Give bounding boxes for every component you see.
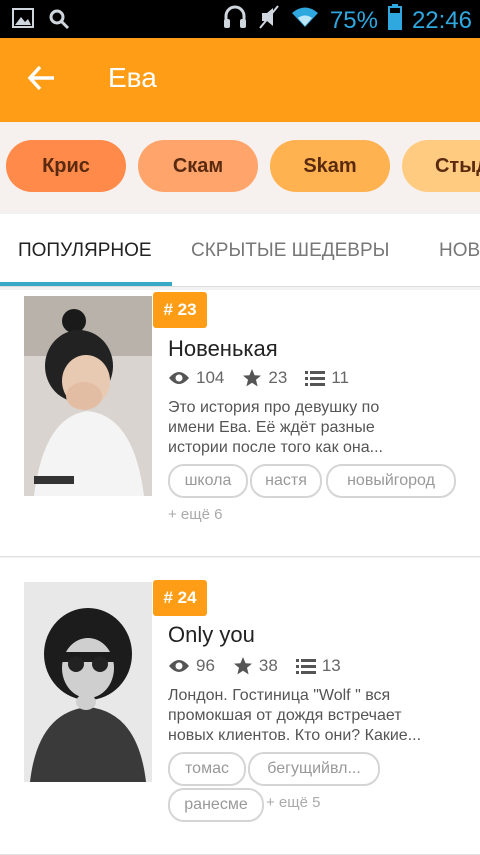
views-icon	[169, 372, 189, 384]
story-title[interactable]: Новенькая	[168, 336, 278, 362]
views-icon	[169, 660, 189, 672]
battery-icon	[387, 4, 402, 37]
story-description: Это история про девушку по имени Ева. Её…	[168, 398, 458, 458]
status-bar: 75% 22:46	[0, 0, 480, 38]
battery-level: 75%	[329, 6, 378, 34]
story-card[interactable]: # 23 Новенькая 104 23 11 Это история про…	[0, 290, 480, 557]
description-line: истории после того как она...	[168, 439, 383, 456]
parts-count: 13	[321, 656, 341, 675]
rank-badge: # 23	[153, 292, 207, 328]
story-card[interactable]: # 24 Only you 96 38 13 Лондон. Гостиница…	[0, 558, 480, 855]
description-line: Это история про девушку по	[168, 399, 380, 416]
related-tags-bar: Крис Скам Skam Стыд	[0, 122, 480, 212]
more-tags-link[interactable]: + ещё 6	[168, 506, 222, 523]
story-description: Лондон. Гостиница "Wolf " вся промокшая …	[168, 686, 458, 746]
views-count: 104	[196, 368, 225, 387]
tab-bar: ПОПУЛЯРНОЕ СКРЫТЫЕ ШЕДЕВРЫ НОВ	[0, 214, 480, 287]
chip-skam-ru[interactable]: Скам	[138, 140, 258, 192]
chip-skam[interactable]: Skam	[270, 140, 390, 192]
chip-styd[interactable]: Стыд	[402, 140, 480, 192]
description-line: новых клиентов. Кто они? Какие...	[168, 727, 422, 744]
tab-popular[interactable]: ПОПУЛЯРНОЕ	[18, 240, 152, 262]
parts-count: 11	[331, 368, 349, 387]
tab-indicator	[0, 282, 172, 286]
story-cover-image[interactable]	[24, 296, 152, 496]
page-title: Ева	[108, 62, 157, 93]
search-icon	[48, 8, 70, 34]
mute-icon	[258, 4, 280, 37]
story-stats: 96 38 13	[168, 656, 353, 676]
tag-chip[interactable]: ранесме	[168, 788, 264, 822]
app-bar: Ева	[0, 38, 480, 122]
views-count: 96	[196, 656, 215, 675]
tag-chip[interactable]: томас	[168, 752, 246, 786]
stars-count: 38	[258, 656, 278, 675]
description-line: промокшая от дождя встречает	[168, 707, 402, 724]
back-arrow-icon[interactable]	[26, 62, 62, 98]
tab-hidden-gems[interactable]: СКРЫТЫЕ ШЕДЕВРЫ	[191, 240, 389, 262]
description-line: Лондон. Гостиница "Wolf " вся	[168, 687, 391, 704]
gallery-icon	[12, 8, 34, 34]
wifi-icon	[290, 5, 320, 36]
tag-chip[interactable]: новыйгород	[326, 464, 456, 498]
parts-list-icon	[295, 659, 316, 674]
tag-chip[interactable]: бегущийвл...	[248, 752, 380, 786]
stars-count: 23	[268, 368, 288, 387]
description-line: имени Ева. Её ждёт разные	[168, 419, 375, 436]
clock: 22:46	[411, 6, 472, 34]
parts-list-icon	[305, 371, 326, 386]
story-title[interactable]: Only you	[168, 622, 255, 648]
star-icon	[233, 657, 252, 675]
tab-new[interactable]: НОВ	[439, 240, 480, 262]
headset-icon	[222, 4, 248, 37]
more-tags-link[interactable]: + ещё 5	[266, 794, 320, 811]
story-stats: 104 23 11	[168, 368, 361, 388]
story-cover-image[interactable]	[24, 582, 152, 782]
tag-chip[interactable]: настя	[250, 464, 322, 498]
rank-badge: # 24	[153, 580, 207, 616]
star-icon	[243, 369, 262, 387]
chip-kris[interactable]: Крис	[6, 140, 126, 192]
tag-chip[interactable]: школа	[168, 464, 248, 498]
